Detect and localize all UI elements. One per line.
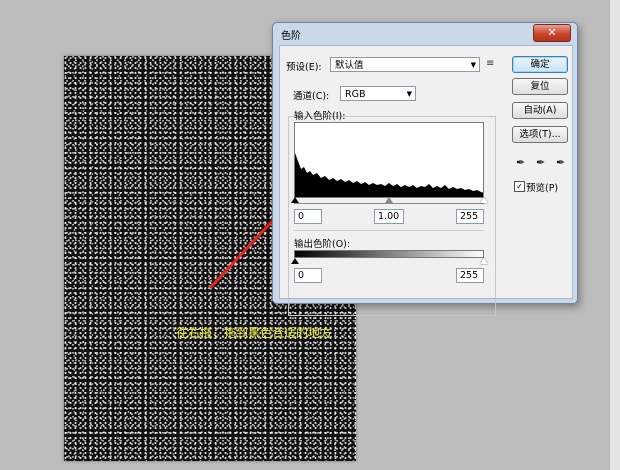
white-eyedropper-icon[interactable]: ✒ (556, 156, 565, 169)
gray-eyedropper-icon[interactable]: ✒ (536, 156, 545, 169)
input-slider-track[interactable] (294, 203, 484, 204)
preset-select[interactable]: 默认值 ▼ (330, 57, 480, 72)
divider (294, 230, 484, 231)
input-levels-label: 输入色阶(I): (294, 111, 346, 122)
close-button[interactable]: ✕ (533, 24, 571, 42)
input-gamma-slider-handle[interactable] (385, 197, 393, 203)
options-button[interactable]: 选项(T)... (512, 126, 568, 143)
levels-dialog: 色阶 ✕ 预设(E): 默认值 ▼ ≡ 通道(C): RGB ▼ 输入色阶(I)… (272, 22, 578, 316)
instruction-caption: 往右拖，拖到黑色合适的地方 (176, 326, 333, 340)
preview-label: 预览(P) (526, 183, 559, 194)
output-gradient-bar (294, 250, 484, 258)
dialog-titlebar[interactable]: 色阶 ✕ (273, 23, 577, 45)
preset-label: 预设(E): (286, 62, 322, 73)
reset-button[interactable]: 复位 (512, 78, 568, 95)
input-black-field[interactable]: 0 (294, 209, 322, 224)
ok-button[interactable]: 确定 (512, 56, 568, 73)
channel-select[interactable]: RGB ▼ (340, 86, 416, 101)
channel-label: 通道(C): (290, 88, 333, 102)
preset-options-icon[interactable]: ≡ (486, 58, 494, 69)
channel-value: RGB (345, 89, 366, 100)
output-white-field[interactable]: 255 (456, 268, 484, 283)
black-eyedropper-icon[interactable]: ✒ (516, 156, 525, 169)
input-white-slider-handle[interactable] (480, 197, 488, 203)
dialog-title: 色阶 (281, 31, 301, 42)
input-gamma-field[interactable]: 1.00 (374, 209, 404, 224)
chevron-down-icon: ▼ (470, 61, 476, 69)
dialog-client: 预设(E): 默认值 ▼ ≡ 通道(C): RGB ▼ 输入色阶(I): 0 1… (279, 45, 573, 316)
histogram (294, 122, 484, 198)
preview-checkbox[interactable]: ✓ (514, 181, 525, 192)
output-black-field[interactable]: 0 (294, 268, 322, 283)
chevron-down-icon: ▼ (406, 90, 412, 98)
right-panel-edge (610, 0, 620, 470)
output-black-slider-handle[interactable] (291, 258, 299, 264)
output-levels-label: 输出色阶(O): (294, 239, 351, 250)
input-black-slider-handle[interactable] (291, 197, 299, 203)
output-white-slider-handle[interactable] (480, 258, 488, 264)
input-white-field[interactable]: 255 (456, 209, 484, 224)
auto-button[interactable]: 自动(A) (512, 102, 568, 119)
preset-value: 默认值 (335, 60, 364, 71)
